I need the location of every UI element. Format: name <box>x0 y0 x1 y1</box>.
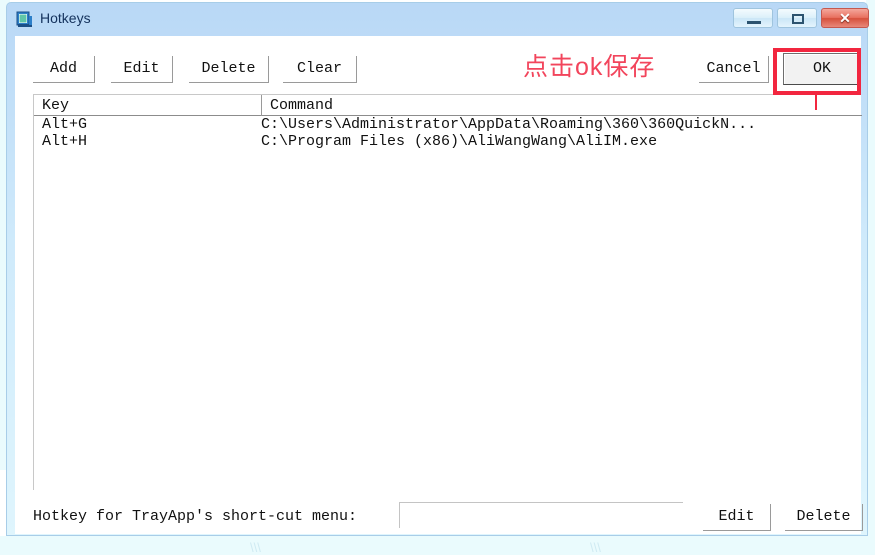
close-icon: ✕ <box>839 10 851 26</box>
delete-button[interactable]: Delete <box>189 56 269 83</box>
cell-command: C:\Users\Administrator\AppData\Roaming\3… <box>261 116 757 133</box>
annotation-highlight-box <box>773 48 861 95</box>
close-button[interactable]: ✕ <box>821 8 869 28</box>
hotkey-list[interactable]: Key Command Alt+G C:\Users\Administrator… <box>33 94 862 490</box>
window-title: Hotkeys <box>40 10 91 26</box>
edit-button[interactable]: Edit <box>111 56 173 83</box>
minimize-icon <box>747 21 761 24</box>
add-button[interactable]: Add <box>33 56 95 83</box>
tray-hotkey-edit-button[interactable]: Edit <box>703 504 771 531</box>
cell-key: Alt+H <box>42 133 88 150</box>
desktop-artifact: \\\ <box>250 540 261 555</box>
tray-hotkey-label: Hotkey for TrayApp's short-cut menu: <box>33 508 358 525</box>
list-rows: Alt+G C:\Users\Administrator\AppData\Roa… <box>34 116 862 150</box>
column-header-key[interactable]: Key <box>42 97 69 114</box>
hotkeys-window: Hotkeys ✕ Add Edit Delete Clear Cancel O… <box>6 2 869 536</box>
tray-hotkey-delete-button[interactable]: Delete <box>785 504 863 531</box>
app-window-icon <box>16 11 32 27</box>
cell-command: C:\Program Files (x86)\AliWangWang\AliIM… <box>261 133 658 150</box>
desktop-edge-bottom <box>0 536 875 555</box>
maximize-button[interactable] <box>777 8 817 28</box>
column-divider[interactable] <box>261 95 262 116</box>
table-row[interactable]: Alt+H C:\Program Files (x86)\AliWangWang… <box>34 133 862 150</box>
annotation-pointer-line <box>815 95 817 110</box>
title-bar[interactable]: Hotkeys ✕ <box>7 3 869 36</box>
table-row[interactable]: Alt+G C:\Users\Administrator\AppData\Roa… <box>34 116 862 133</box>
minimize-button[interactable] <box>733 8 773 28</box>
desktop-artifact: \\\ <box>590 540 601 555</box>
annotation-text: 点击ok保存 <box>523 53 656 81</box>
window-client-area: Add Edit Delete Clear Cancel OK Key Comm… <box>15 36 863 534</box>
cell-key: Alt+G <box>42 116 88 133</box>
maximize-icon <box>792 14 804 24</box>
cancel-button[interactable]: Cancel <box>699 56 769 83</box>
clear-button[interactable]: Clear <box>283 56 357 83</box>
list-header: Key Command <box>34 95 862 116</box>
tray-hotkey-input[interactable] <box>399 502 683 528</box>
column-header-command[interactable]: Command <box>270 97 333 114</box>
